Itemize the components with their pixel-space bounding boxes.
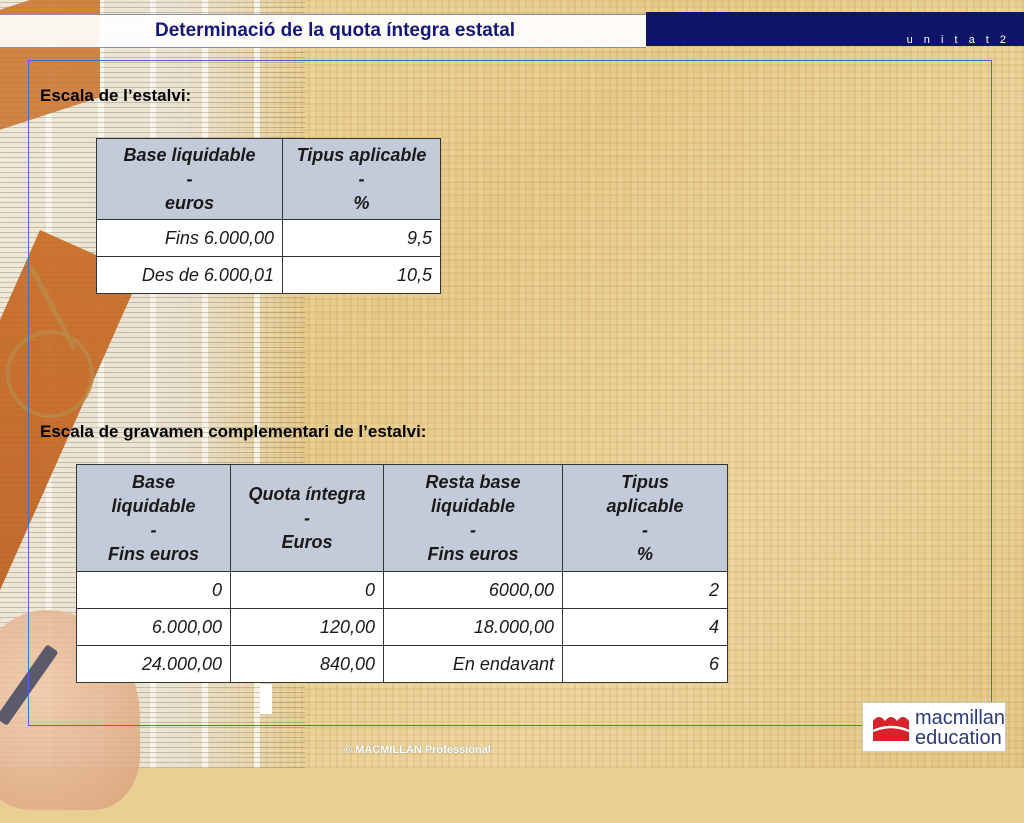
table-header-row: Base liquidable - Fins euros Quota ínteg…	[76, 464, 728, 572]
table-cell: 2	[562, 571, 728, 609]
table-cell: 6000,00	[383, 571, 563, 609]
table-cell: 18.000,00	[383, 608, 563, 646]
savings-scale-label: Escala de l’estalvi:	[40, 86, 192, 105]
table-row: Fins 6.000,00 9,5	[96, 219, 441, 257]
macmillan-logo: macmillan education	[862, 702, 1006, 752]
column-header-tipus-aplicable: Tipus aplicable - %	[562, 464, 728, 572]
table-cell: 4	[562, 608, 728, 646]
copyright-text: © MACMILLAN Professional	[344, 744, 491, 756]
table-cell: 24.000,00	[76, 645, 231, 683]
header-navy-block: u n i t a t 2	[646, 12, 1024, 46]
column-header-resta-base: Resta base liquidable - Fins euros	[383, 464, 563, 572]
table-cell: 0	[230, 571, 384, 609]
table-cell: 6	[562, 645, 728, 683]
table-cell: Fins 6.000,00	[96, 219, 283, 257]
savings-scale-table: Base liquidable - euros Tipus aplicable …	[96, 138, 441, 294]
table-cell: 6.000,00	[76, 608, 231, 646]
column-header-base-liquidable: Base liquidable - euros	[96, 138, 283, 220]
table-cell: Des de 6.000,01	[96, 256, 283, 294]
table-header-row: Base liquidable - euros Tipus aplicable …	[96, 138, 441, 220]
macmillan-m-icon	[872, 717, 910, 741]
table-row: Des de 6.000,01 10,5	[96, 256, 441, 294]
table-cell: 10,5	[282, 256, 441, 294]
table-cell: 840,00	[230, 645, 384, 683]
column-header-base-liquidable: Base liquidable - Fins euros	[76, 464, 231, 572]
logo-wordmark: macmillan education	[915, 707, 1006, 749]
unit-label: u n i t a t 2	[906, 34, 1010, 46]
column-header-tipus-aplicable: Tipus aplicable - %	[282, 138, 441, 220]
table-cell: 120,00	[230, 608, 384, 646]
complementary-scale-label: Escala de gravamen complementari de l’es…	[40, 422, 427, 441]
table-row: 6.000,00 120,00 18.000,00 4	[76, 608, 728, 646]
table-row: 0 0 6000,00 2	[76, 571, 728, 609]
table-row: 24.000,00 840,00 En endavant 6	[76, 645, 728, 683]
column-header-quota-integra: Quota íntegra - Euros	[230, 464, 384, 572]
complementary-scale-table: Base liquidable - Fins euros Quota ínteg…	[76, 464, 728, 683]
page-title: Determinació de la quota íntegra estatal	[155, 20, 516, 41]
table-cell: 9,5	[282, 219, 441, 257]
decorative-marker	[260, 684, 272, 714]
table-cell: 0	[76, 571, 231, 609]
table-cell: En endavant	[383, 645, 563, 683]
